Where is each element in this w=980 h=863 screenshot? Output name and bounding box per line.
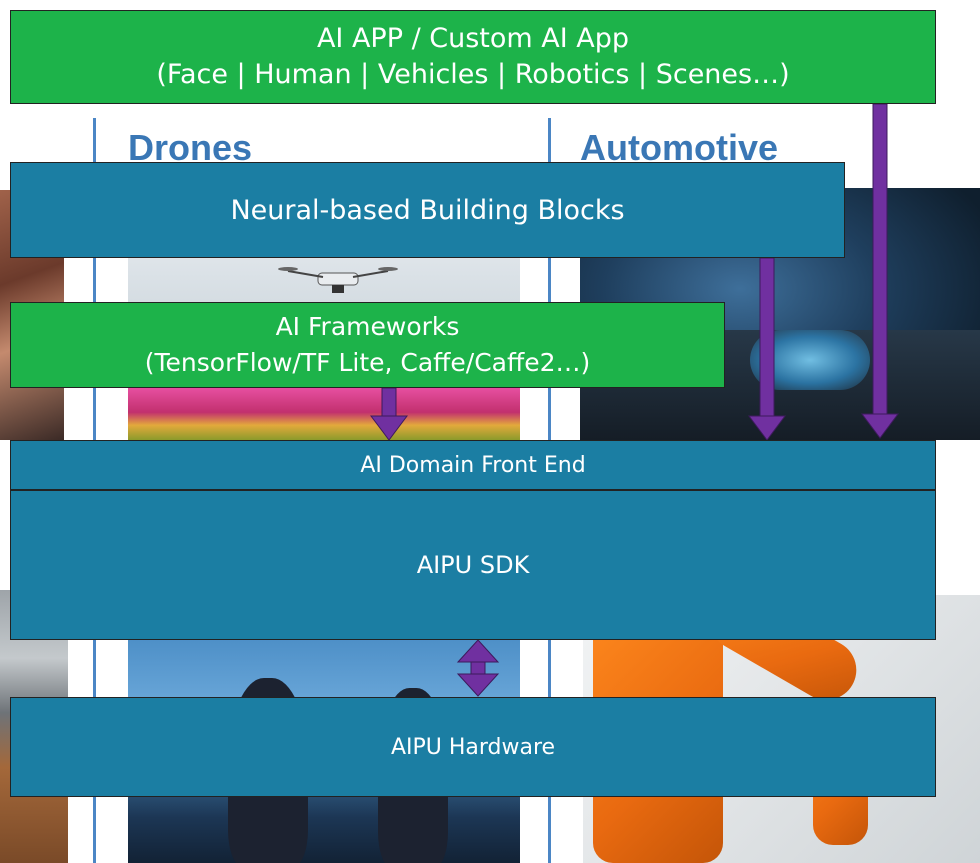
ai-frameworks-layer: AI Frameworks (TensorFlow/TF Lite, Caffe… xyxy=(10,302,725,388)
aipu-sdk-layer: AIPU SDK xyxy=(10,490,936,640)
aipu-hardware-layer: AIPU Hardware xyxy=(10,697,936,797)
frameworks-subtitle: (TensorFlow/TF Lite, Caffe/Caffe2…) xyxy=(144,348,591,377)
drone-icon xyxy=(278,267,398,293)
building-blocks-label: Neural-based Building Blocks xyxy=(230,194,625,226)
aipu-sdk-label: AIPU SDK xyxy=(416,551,530,579)
aipu-hardware-label: AIPU Hardware xyxy=(390,734,556,760)
ai-app-subtitle: (Face | Human | Vehicles | Robotics | Sc… xyxy=(156,59,790,90)
ai-app-title: AI APP / Custom AI App xyxy=(316,23,630,54)
front-end-layer: AI Domain Front End xyxy=(10,440,936,490)
building-blocks-layer: Neural-based Building Blocks xyxy=(10,162,845,258)
frameworks-title: AI Frameworks xyxy=(275,312,460,341)
ai-app-layer: AI APP / Custom AI App (Face | Human | V… xyxy=(10,10,936,104)
front-end-label: AI Domain Front End xyxy=(360,452,586,478)
